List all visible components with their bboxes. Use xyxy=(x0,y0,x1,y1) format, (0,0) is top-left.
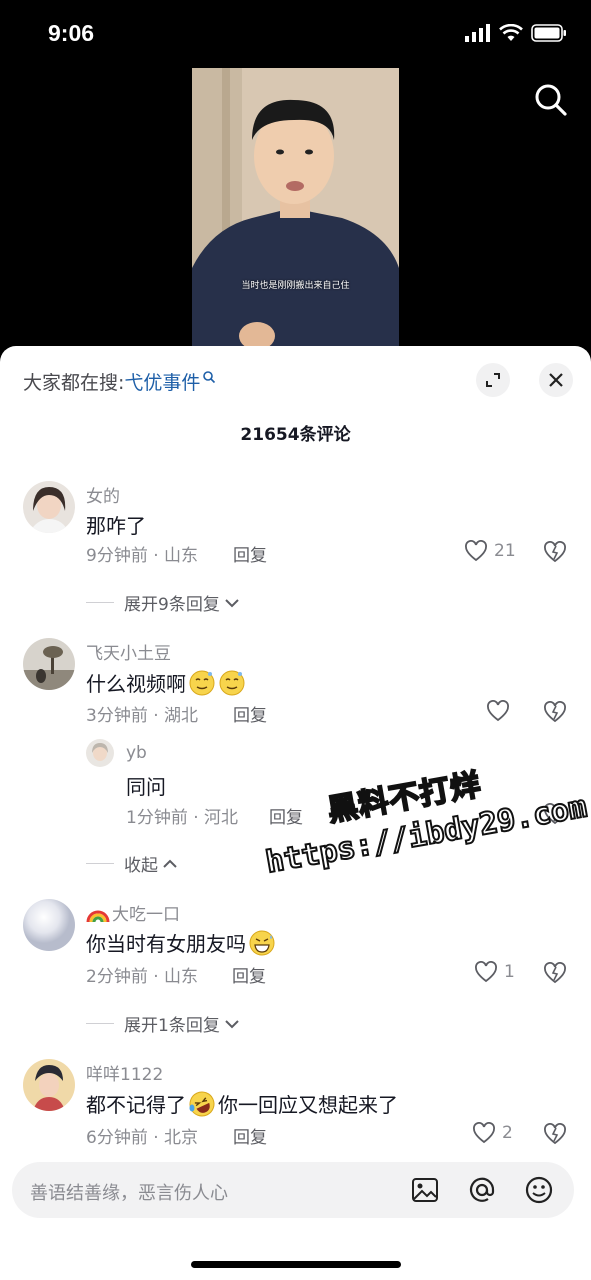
dizzy-emoji-icon xyxy=(219,670,245,695)
heart-icon xyxy=(465,540,487,562)
avatar[interactable] xyxy=(23,481,75,533)
divider-line xyxy=(86,1023,114,1024)
like-count: 1 xyxy=(504,962,515,982)
dislike-icon[interactable] xyxy=(543,701,567,723)
hot-search[interactable]: 大家都在搜: 弋优事件 xyxy=(23,368,216,395)
rofl-emoji-icon xyxy=(189,1091,215,1116)
reply-button[interactable]: 回复 xyxy=(233,701,267,726)
dislike-icon[interactable] xyxy=(543,1123,567,1145)
chevron-up-icon xyxy=(163,859,177,868)
at-mention-icon[interactable] xyxy=(467,1175,497,1205)
like-button[interactable]: 1 xyxy=(474,961,515,983)
emoji-icon[interactable] xyxy=(524,1175,554,1205)
divider-line xyxy=(86,602,114,603)
reply-meta: 1分钟前 · 河北 xyxy=(126,808,239,828)
reply-button[interactable]: 回复 xyxy=(233,1123,267,1148)
expand-replies-label: 展开9条回复 xyxy=(124,595,220,615)
video-thumbnail[interactable]: 当时也是刚刚搬出来自己住 xyxy=(192,68,399,360)
reply-button[interactable]: 回复 xyxy=(269,803,303,828)
reply-username[interactable]: yb xyxy=(126,743,147,763)
comment-input-placeholder: 善语结善缘，恶言伤人心 xyxy=(30,1183,228,1204)
dislike-icon[interactable] xyxy=(543,962,567,984)
expand-sheet-button[interactable] xyxy=(476,363,510,397)
comment-text-part: 都不记得了 xyxy=(86,1093,186,1117)
reply-text: 同问 xyxy=(126,775,166,799)
comment-text: 都不记得了 你一回应又想起来了 xyxy=(86,1089,398,1118)
collapse-replies-button[interactable]: 收起 xyxy=(86,851,179,876)
heart-icon xyxy=(475,961,497,983)
expand-replies-button[interactable]: 展开1条回复 xyxy=(86,1011,241,1036)
expand-icon xyxy=(486,373,500,387)
like-button[interactable] xyxy=(486,700,510,722)
comment-text: 你当时有女朋友吗 xyxy=(86,928,276,957)
reply-button[interactable]: 回复 xyxy=(233,541,267,566)
chevron-down-icon xyxy=(225,598,239,607)
video-person-image xyxy=(192,68,399,360)
hot-search-prefix: 大家都在搜: xyxy=(23,372,125,394)
dislike-icon[interactable] xyxy=(543,541,567,563)
avatar[interactable] xyxy=(23,638,75,690)
divider-line xyxy=(86,863,114,864)
comment-sheet: 大家都在搜: 弋优事件 21654条评论 女的 那咋了 9分钟前 · 山东 回复… xyxy=(0,346,591,1280)
like-count: 2 xyxy=(502,1123,513,1143)
dislike-icon[interactable] xyxy=(543,803,567,825)
comment-meta: 9分钟前 · 山东 xyxy=(86,546,199,566)
chevron-down-icon xyxy=(225,1019,239,1028)
close-icon xyxy=(549,373,563,387)
reply-button[interactable]: 回复 xyxy=(232,962,266,987)
comment-username[interactable]: 大吃一口 xyxy=(86,900,180,925)
comment-username[interactable]: 飞天小土豆 xyxy=(86,639,171,664)
heart-icon xyxy=(487,700,509,722)
comment-text-content: 你当时有女朋友吗 xyxy=(86,932,246,956)
comment-meta: 6分钟前 · 北京 xyxy=(86,1128,199,1148)
avatar[interactable] xyxy=(23,1059,75,1111)
comment-meta: 2分钟前 · 山东 xyxy=(86,967,199,987)
collapse-label: 收起 xyxy=(124,856,158,876)
home-indicator xyxy=(191,1261,401,1268)
search-icon xyxy=(535,84,567,116)
comment-text-content: 什么视频啊 xyxy=(86,672,186,696)
hot-search-term[interactable]: 弋优事件 xyxy=(124,368,200,395)
expand-replies-label: 展开1条回复 xyxy=(124,1016,220,1036)
comment-meta: 3分钟前 · 湖北 xyxy=(86,706,199,726)
dizzy-emoji-icon xyxy=(189,670,215,695)
comment-username-text: 大吃一口 xyxy=(112,905,180,925)
comment-username[interactable]: 咩咩1122 xyxy=(86,1060,163,1085)
heart-icon xyxy=(473,1122,495,1144)
comment-text: 什么视频啊 xyxy=(86,668,246,697)
like-count: 21 xyxy=(494,541,516,561)
image-icon[interactable] xyxy=(410,1175,440,1205)
comment-text-part: 你一回应又想起来了 xyxy=(218,1093,398,1117)
expand-replies-button[interactable]: 展开9条回复 xyxy=(86,590,241,615)
avatar[interactable] xyxy=(86,739,114,767)
comment-text: 那咋了 xyxy=(86,514,146,538)
search-button[interactable] xyxy=(531,80,571,120)
like-button[interactable]: 2 xyxy=(472,1122,513,1144)
like-button[interactable]: 21 xyxy=(464,540,516,562)
comment-count: 21654条评论 xyxy=(240,425,351,445)
video-area[interactable]: 当时也是刚刚搬出来自己住 xyxy=(0,0,591,360)
avatar[interactable] xyxy=(23,899,75,951)
grin-sweat-emoji-icon xyxy=(249,930,275,955)
close-sheet-button[interactable] xyxy=(539,363,573,397)
video-subtitle: 当时也是刚刚搬出来自己住 xyxy=(241,281,350,291)
comment-input[interactable]: 善语结善缘，恶言伤人心 xyxy=(12,1162,574,1218)
small-search-icon xyxy=(203,370,216,383)
rainbow-emoji-icon xyxy=(86,910,110,922)
comment-username[interactable]: 女的 xyxy=(86,482,120,507)
